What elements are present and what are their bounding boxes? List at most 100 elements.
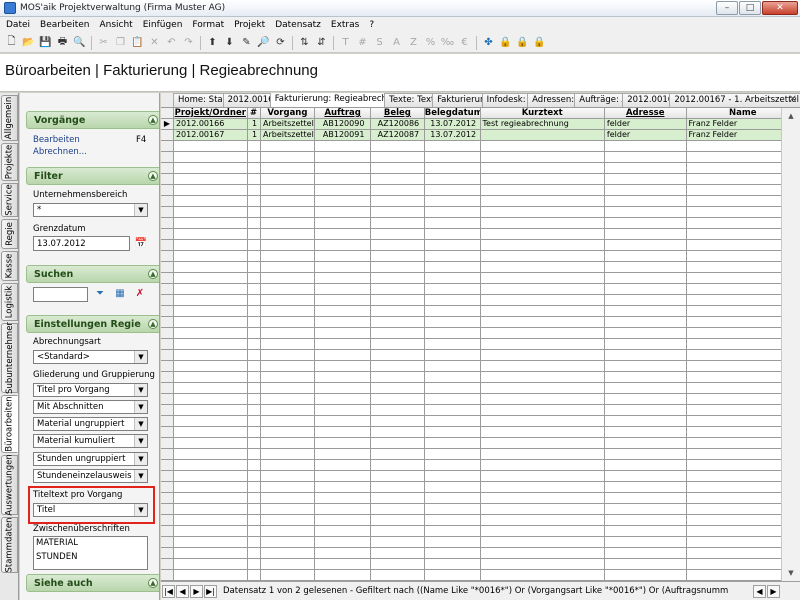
tab-home-startseite[interactable]: Home: Startseite xyxy=(173,93,224,107)
link-bearbeiten[interactable]: Bearbeiten xyxy=(33,135,80,145)
gliederung-select-1[interactable]: Titel pro Vorgang ▼ xyxy=(33,383,148,397)
table-row[interactable]: ▶ 2012.00166 1 Arbeitszettel AB120090 AZ… xyxy=(161,119,800,130)
cell-belegdatum[interactable]: 13.07.2012 xyxy=(424,130,481,141)
titeltext-select[interactable]: Titel ▼ xyxy=(33,503,148,517)
edit-icon[interactable]: ✎ xyxy=(238,35,255,51)
vtab-regie[interactable]: Regie xyxy=(1,219,18,249)
grenzdatum-field[interactable]: 13.07.2012 xyxy=(33,236,130,251)
collapse-icon[interactable]: ▲ xyxy=(148,115,158,125)
chevron-down-icon[interactable]: ▼ xyxy=(134,418,147,430)
cell-vorgang[interactable]: Arbeitszettel xyxy=(260,119,316,130)
list-item[interactable]: STUNDEN xyxy=(36,552,147,562)
menu-bearbeiten[interactable]: Bearbeiten xyxy=(36,20,95,30)
cell-nummer[interactable]: 1 xyxy=(247,130,261,141)
cell-auftrag[interactable]: AB120091 xyxy=(315,130,372,141)
col-nummer[interactable]: # xyxy=(247,108,261,119)
chevron-down-icon[interactable]: ▼ xyxy=(134,435,147,447)
close-window-button[interactable]: ✕ xyxy=(762,1,798,15)
first-record-icon[interactable]: |◀ xyxy=(162,584,175,598)
scroll-down-icon[interactable]: ▼ xyxy=(784,566,798,580)
cell-auftrag[interactable]: AB120090 xyxy=(315,119,372,130)
abrechnungsart-select[interactable]: <Standard> ▼ xyxy=(33,350,148,364)
arrow-down-icon[interactable]: ⬇ xyxy=(221,35,238,51)
menu-einfuegen[interactable]: Einfügen xyxy=(139,20,189,30)
new-document-icon[interactable]: 🗋 xyxy=(3,35,20,51)
lock-red-icon[interactable]: 🔒 xyxy=(531,35,548,51)
col-projekt-ordner[interactable]: Projekt/Ordner xyxy=(173,108,248,119)
refresh-icon[interactable]: ⟳ xyxy=(272,35,289,51)
table-row[interactable]: 2012.00167 1 Arbeitszettel AB120091 AZ12… xyxy=(161,130,800,141)
tab-adressen[interactable]: Adressen: Ad xyxy=(527,93,576,107)
row-pointer-icon[interactable]: ▶ xyxy=(161,119,174,130)
chevron-down-icon[interactable]: ▼ xyxy=(134,384,147,396)
tools-icon[interactable]: ✤ xyxy=(480,35,497,51)
section-siehe-auch[interactable]: Siehe auch ▲ xyxy=(26,574,159,592)
collapse-icon[interactable]: ▲ xyxy=(148,269,158,279)
zwischenueberschriften-list[interactable]: MATERIAL STUNDEN xyxy=(33,536,148,570)
cell-projekt[interactable]: 2012.00167 xyxy=(173,130,248,141)
chevron-down-icon[interactable]: ▼ xyxy=(134,204,147,216)
gliederung-select-3[interactable]: Material ungruppiert ▼ xyxy=(33,417,148,431)
next-record-icon[interactable]: ▶ xyxy=(190,584,203,598)
paste-icon[interactable]: 📋 xyxy=(129,35,146,51)
link-abrechnen[interactable]: Abrechnen... xyxy=(33,147,87,157)
menu-datensatz[interactable]: Datensatz xyxy=(271,20,327,30)
cell-adresse[interactable]: felder xyxy=(604,119,687,130)
open-folder-icon[interactable]: 📂 xyxy=(20,35,37,51)
arrow-up-icon[interactable]: ⬆ xyxy=(204,35,221,51)
tab-2012-00166[interactable]: 2012.00166 xyxy=(222,93,271,107)
copy-icon[interactable]: ❐ xyxy=(112,35,129,51)
search-filter-icon[interactable]: ⏷ xyxy=(92,287,108,301)
filter-table-icon[interactable]: ▦ xyxy=(112,287,128,301)
vtab-logistik[interactable]: Logistik xyxy=(1,283,18,321)
vtab-kasse[interactable]: Kasse xyxy=(1,251,18,281)
cell-kurztext[interactable] xyxy=(480,130,605,141)
menu-extras[interactable]: Extras xyxy=(327,20,365,30)
cell-beleg[interactable]: AZ120086 xyxy=(371,119,425,130)
format-text-button[interactable]: T xyxy=(337,35,354,51)
col-vorgang[interactable]: Vorgang xyxy=(260,108,316,119)
cell-beleg[interactable]: AZ120087 xyxy=(371,130,425,141)
menu-format[interactable]: Format xyxy=(188,20,230,30)
sort-ascending-icon[interactable]: ⇅ xyxy=(296,35,313,51)
collapse-icon[interactable]: ▲ xyxy=(148,171,158,181)
vertical-scrollbar[interactable]: ▲ ▼ xyxy=(781,108,800,581)
scroll-up-icon[interactable]: ▲ xyxy=(784,109,798,123)
gliederung-select-6[interactable]: Stundeneinzelausweis ▼ xyxy=(33,469,148,483)
tab-auftraege[interactable]: Aufträge: Alle xyxy=(574,93,624,107)
section-einstellungen-regie[interactable]: Einstellungen Regie ▲ xyxy=(26,315,159,333)
vtab-auswertungen[interactable]: Auswertungen xyxy=(1,454,18,516)
collapse-icon[interactable]: ▲ xyxy=(148,578,158,588)
undo-icon[interactable]: ↶ xyxy=(163,35,180,51)
collapse-icon[interactable]: ▲ xyxy=(148,319,158,329)
search-icon[interactable]: 🔎 xyxy=(255,35,272,51)
format-a-button[interactable]: A xyxy=(388,35,405,51)
tab-infodesk[interactable]: Infodesk: Alle xyxy=(481,93,529,107)
format-permille-button[interactable]: ‰ xyxy=(439,35,456,51)
print-icon[interactable]: 🖶 xyxy=(54,35,71,51)
unternehmensbereich-select[interactable]: * ▼ xyxy=(33,203,148,217)
col-beleg[interactable]: Beleg xyxy=(371,108,425,119)
tab-texte[interactable]: Texte: Text f xyxy=(384,93,434,107)
scroll-left-icon[interactable]: ◀ xyxy=(753,585,766,598)
last-record-icon[interactable]: ▶| xyxy=(204,584,217,598)
tab-fakturierung[interactable]: Fakturierung: xyxy=(432,93,483,107)
chevron-down-icon[interactable]: ▼ xyxy=(134,401,147,413)
gliederung-select-5[interactable]: Stunden ungruppiert ▼ xyxy=(33,452,148,466)
close-tab-icon[interactable]: ✕ xyxy=(789,94,797,105)
menu-help[interactable]: ? xyxy=(365,20,380,30)
format-euro-button[interactable]: € xyxy=(456,35,473,51)
tab-arbeitszettel[interactable]: 2012.00167 - 1. Arbeitszettel (felder) xyxy=(669,93,800,107)
maximize-button[interactable]: □ xyxy=(739,1,761,15)
vtab-projekte[interactable]: Projekte xyxy=(1,143,18,181)
gliederung-select-2[interactable]: Mit Abschnitten ▼ xyxy=(33,400,148,414)
vtab-subunternehmer[interactable]: Subunternehmer xyxy=(1,322,18,394)
col-belegdatum[interactable]: Belegdatum xyxy=(424,108,481,119)
previous-record-icon[interactable]: ◀ xyxy=(176,584,189,598)
cell-nummer[interactable]: 1 xyxy=(247,119,261,130)
cell-projekt[interactable]: 2012.00166 xyxy=(173,119,248,130)
print-preview-icon[interactable]: 🔍 xyxy=(71,35,88,51)
redo-icon[interactable]: ↷ xyxy=(180,35,197,51)
menu-projekt[interactable]: Projekt xyxy=(230,20,271,30)
cut-icon[interactable]: ✂ xyxy=(95,35,112,51)
